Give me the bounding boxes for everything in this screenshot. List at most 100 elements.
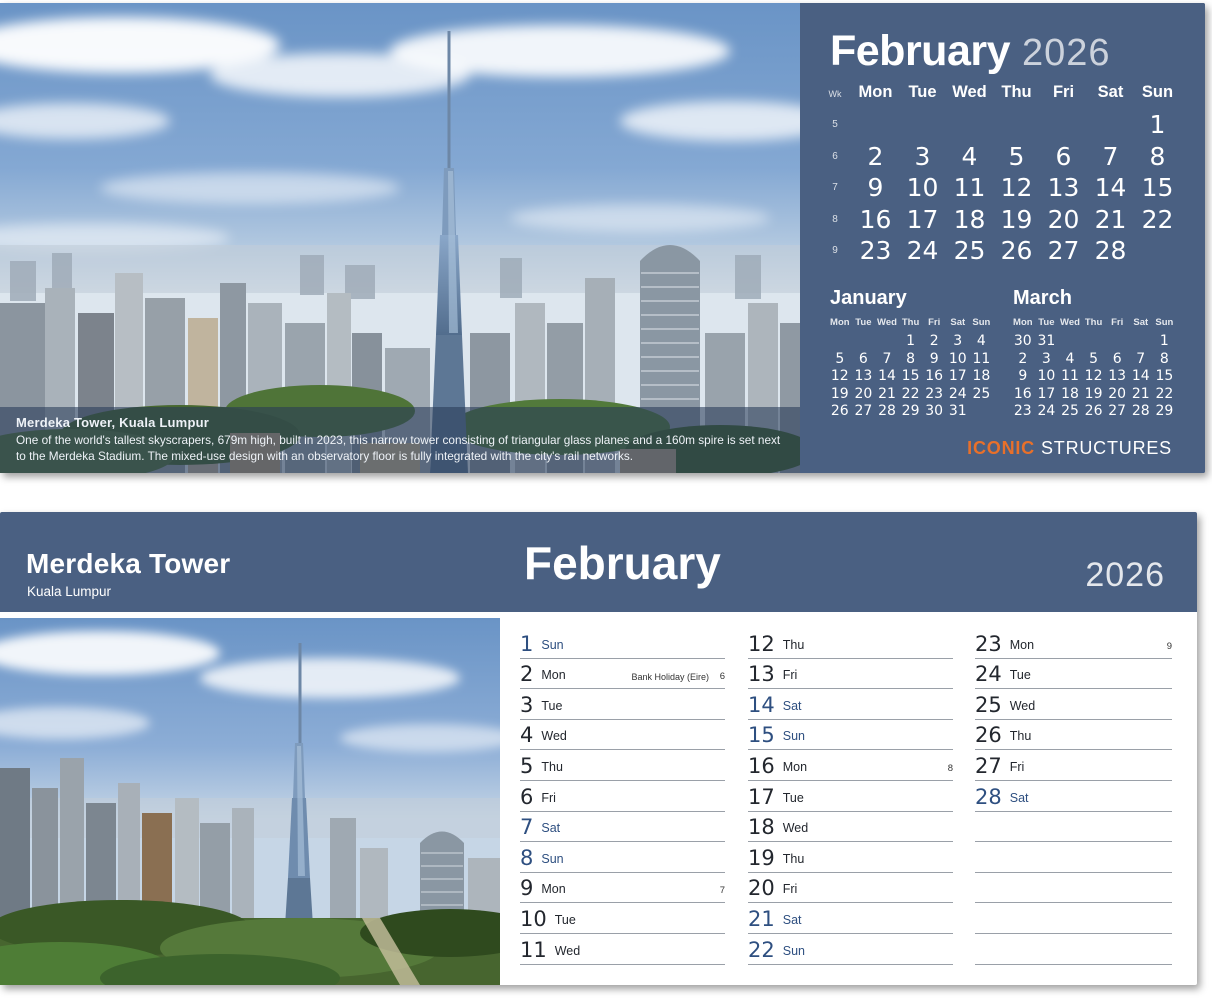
- date-number: 7: [520, 816, 533, 839]
- mini-calendar-grid: MonTueWedThuFriSatSun1234567891011121314…: [828, 317, 996, 421]
- mini-calendar-day: 17: [1035, 386, 1059, 404]
- calendar-day: 24: [899, 235, 946, 267]
- day-abbreviation: Thu: [783, 849, 805, 870]
- mini-day-header: Fri: [1105, 317, 1129, 333]
- day-abbreviation: Sat: [1010, 788, 1029, 809]
- calendar-day: 4: [946, 141, 993, 173]
- logo-iconic-text: ICONIC: [967, 438, 1035, 458]
- calendar-day: 26: [993, 235, 1040, 267]
- mini-calendar-day: 24: [946, 386, 970, 404]
- date-number: 5: [520, 755, 533, 778]
- kuala-lumpur-photo-small: [0, 618, 500, 985]
- mini-calendar-day: 11: [1058, 368, 1082, 386]
- day-abbreviation: Fri: [541, 788, 556, 809]
- caption-title: Merdeka Tower, Kuala Lumpur: [16, 415, 784, 430]
- empty-note-line: [975, 903, 1172, 934]
- calendar-day: 25: [946, 235, 993, 267]
- calendar-day: 18: [946, 204, 993, 236]
- date-number: 20: [748, 877, 775, 900]
- calendar-day: [993, 109, 1040, 141]
- day-header: Tue: [899, 83, 946, 109]
- mini-calendar-day: 19: [828, 386, 852, 404]
- date-number: 22: [748, 939, 775, 962]
- header-year: 2026: [1085, 556, 1165, 595]
- mini-calendars: January MonTueWedThuFriSatSun12345678910…: [828, 287, 1179, 421]
- mini-calendar-day: 26: [828, 403, 852, 421]
- calendar-day: 11: [946, 172, 993, 204]
- date-row: 28Sat: [975, 781, 1172, 812]
- date-row: 25Wed: [975, 689, 1172, 720]
- mini-calendar-day: 5: [1082, 351, 1106, 369]
- mini-day-header: Wed: [1058, 317, 1082, 333]
- week-number: 9: [1162, 638, 1172, 656]
- kuala-lumpur-skyline-photo: Merdeka Tower, Kuala Lumpur One of the w…: [0, 3, 800, 473]
- mini-calendar-day: 3: [946, 333, 970, 351]
- date-column-2: 12Thu13Fri14Sat15Sun16Mon817Tue18Wed19Th…: [748, 628, 953, 965]
- mini-calendar-day: [1129, 333, 1153, 351]
- bottom-header-bar: Merdeka Tower Kuala Lumpur February 2026: [0, 512, 1197, 612]
- mini-calendar-day: 1: [1153, 333, 1177, 351]
- date-number: 3: [520, 694, 533, 717]
- mini-calendar-day: 26: [1082, 403, 1106, 421]
- calendar-day: 16: [852, 204, 899, 236]
- mini-calendar-day: 4: [970, 333, 994, 351]
- day-abbreviation: Tue: [783, 788, 804, 809]
- day-header: Fri: [1040, 83, 1087, 109]
- week-number: 9: [818, 235, 852, 267]
- mini-calendar-day: 1: [899, 333, 923, 351]
- mini-calendar-day: 23: [1011, 403, 1035, 421]
- date-number: 12: [748, 633, 775, 656]
- date-number: 10: [520, 908, 547, 931]
- calendar-day: 21: [1087, 204, 1134, 236]
- date-row: 6Fri: [520, 781, 725, 812]
- structure-location: Kuala Lumpur: [27, 584, 111, 599]
- day-abbreviation: Mon: [783, 757, 807, 778]
- calendar-day: 17: [899, 204, 946, 236]
- mini-calendar-day: 20: [1105, 386, 1129, 404]
- mini-calendar-day: 23: [922, 386, 946, 404]
- mini-calendar-grid: MonTueWedThuFriSatSun3031123456789101112…: [1011, 317, 1179, 421]
- date-row: 20Fri: [748, 873, 953, 904]
- date-row: 2MonBank Holiday (Eire)6: [520, 659, 725, 690]
- date-row: 14Sat: [748, 689, 953, 720]
- mini-calendar-day: 25: [970, 386, 994, 404]
- calendar-day: 22: [1134, 204, 1181, 236]
- date-number: 9: [520, 877, 533, 900]
- mini-calendar-day: 14: [1129, 368, 1153, 386]
- date-row: 18Wed: [748, 812, 953, 843]
- year-label: 2026: [1022, 32, 1111, 74]
- day-abbreviation: Wed: [555, 941, 580, 962]
- date-row: 26Thu: [975, 720, 1172, 751]
- mini-calendar-day: 29: [899, 403, 923, 421]
- mini-day-header: Mon: [1011, 317, 1035, 333]
- caption-description: One of the world's tallest skyscrapers, …: [16, 433, 784, 464]
- mini-calendar-day: 10: [1035, 368, 1059, 386]
- mini-calendar-day: [1058, 333, 1082, 351]
- day-header: Thu: [993, 83, 1040, 109]
- day-header: Sat: [1087, 83, 1134, 109]
- calendar-day: 1: [1134, 109, 1181, 141]
- mini-calendar-day: 16: [922, 368, 946, 386]
- mini-calendar-march: March MonTueWedThuFriSatSun3031123456789…: [1011, 287, 1179, 421]
- date-row: 12Thu: [748, 628, 953, 659]
- date-row: 7Sat: [520, 812, 725, 843]
- mini-calendar-day: 15: [1153, 368, 1177, 386]
- calendar-day: 8: [1134, 141, 1181, 173]
- day-abbreviation: Wed: [783, 818, 808, 839]
- calendar-day: [1134, 235, 1181, 267]
- mini-calendar-day: 18: [970, 368, 994, 386]
- calendar-day: 3: [899, 141, 946, 173]
- calendar-day: 20: [1040, 204, 1087, 236]
- mini-day-header: Wed: [875, 317, 899, 333]
- calendar-day: 27: [1040, 235, 1087, 267]
- mini-day-header: Sat: [946, 317, 970, 333]
- date-number: 23: [975, 633, 1002, 656]
- mini-day-header: Sun: [1153, 317, 1177, 333]
- mini-calendar-title: March: [1013, 287, 1179, 310]
- mini-calendar-day: 30: [922, 403, 946, 421]
- date-row: 23Mon9: [975, 628, 1172, 659]
- mini-calendar-day: [875, 333, 899, 351]
- calendar-day: 12: [993, 172, 1040, 204]
- mini-calendar-day: 2: [922, 333, 946, 351]
- week-number: 8: [818, 204, 852, 236]
